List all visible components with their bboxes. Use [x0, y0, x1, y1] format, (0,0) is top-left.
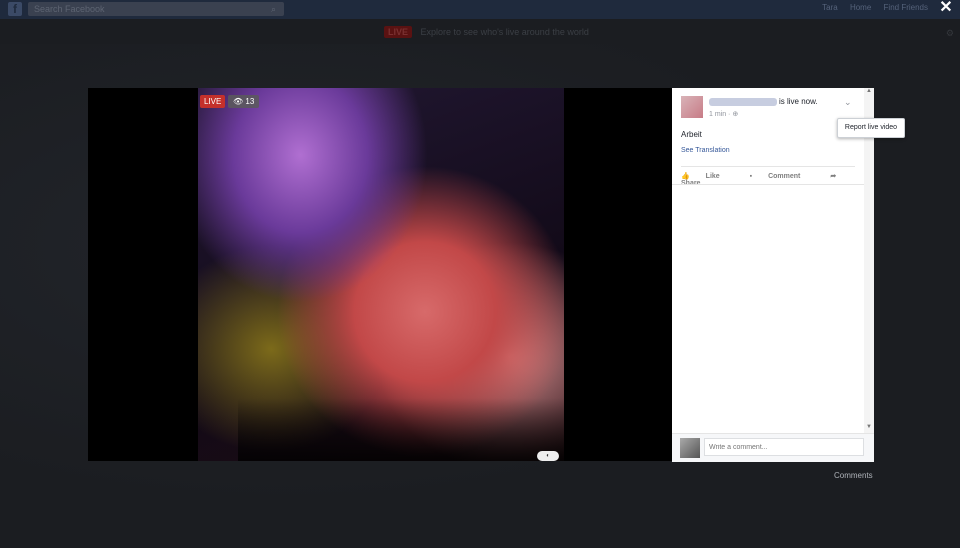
top-navigation-bar: f Search Facebook ⌕ Tara Home Find Frien… — [0, 0, 960, 19]
comment-input[interactable] — [704, 438, 864, 456]
gear-icon[interactable]: ⚙ — [946, 28, 954, 39]
facebook-logo[interactable]: f — [8, 2, 22, 16]
comments-link[interactable]: Comments — [834, 471, 873, 480]
report-live-video-menu-item[interactable]: Report live video — [837, 118, 905, 138]
chevron-down-icon[interactable]: ⌄ — [844, 97, 852, 108]
post-side-panel: is live now. 1 min · ⊕ ⌄ Arbeit See Tran… — [672, 88, 874, 462]
live-badge: LIVE — [200, 95, 226, 108]
like-label: Like — [705, 173, 720, 180]
like-button[interactable]: 👍 Like — [681, 173, 734, 180]
viewer-avatar — [680, 438, 700, 458]
search-icon[interactable]: ⌕ — [271, 2, 276, 16]
video-shadow — [238, 398, 568, 461]
scroll-down-arrow-icon[interactable]: ▼ — [864, 424, 874, 430]
nav-item-home[interactable]: Home — [850, 3, 871, 12]
banner-live-tag: LIVE — [384, 26, 413, 38]
see-translation-link[interactable]: See Translation — [681, 147, 730, 154]
video-watermark-logo: ◐ — [537, 451, 559, 461]
nav-item-profile[interactable]: Tara — [822, 3, 838, 12]
divider — [672, 184, 864, 185]
globe-icon: ⊕ — [732, 111, 739, 118]
panel-scrollbar[interactable]: ▲ ▼ — [864, 88, 874, 433]
eye-icon: 👁 — [233, 97, 244, 106]
viewer-count: 13 — [245, 97, 255, 106]
thumbs-up-icon: 👍 — [681, 173, 690, 180]
search-placeholder: Search Facebook — [34, 4, 105, 14]
close-icon[interactable]: ✕ — [936, 0, 956, 18]
live-video-player[interactable]: LIVE 👁 13 ◐ — [88, 88, 672, 461]
author-name-blurred[interactable] — [709, 98, 777, 106]
author-avatar[interactable] — [681, 96, 703, 118]
search-input[interactable]: Search Facebook ⌕ — [28, 2, 284, 16]
share-arrow-icon: ➦ — [830, 173, 837, 180]
live-status-text: is live now. — [779, 97, 818, 106]
post-time[interactable]: 1 min · — [709, 111, 732, 118]
comment-composer — [672, 433, 874, 462]
comment-icon: ▪ — [749, 173, 753, 180]
nav-item-find-friends[interactable]: Find Friends — [884, 3, 928, 12]
top-right-nav: Tara Home Find Friends — [812, 3, 928, 12]
post-text: Arbeit — [681, 130, 702, 139]
viewer-count-badge: 👁 13 — [228, 95, 260, 108]
comment-button[interactable]: ▪ Comment — [750, 173, 815, 180]
banner-text: Explore to see who's live around the wor… — [420, 27, 589, 37]
scroll-up-arrow-icon[interactable]: ▲ — [864, 88, 874, 94]
live-map-banner: LIVE Explore to see who's live around th… — [384, 26, 589, 38]
divider — [681, 166, 855, 167]
comment-label: Comment — [768, 173, 801, 180]
post-timestamp[interactable]: 1 min · ⊕ — [709, 110, 738, 118]
